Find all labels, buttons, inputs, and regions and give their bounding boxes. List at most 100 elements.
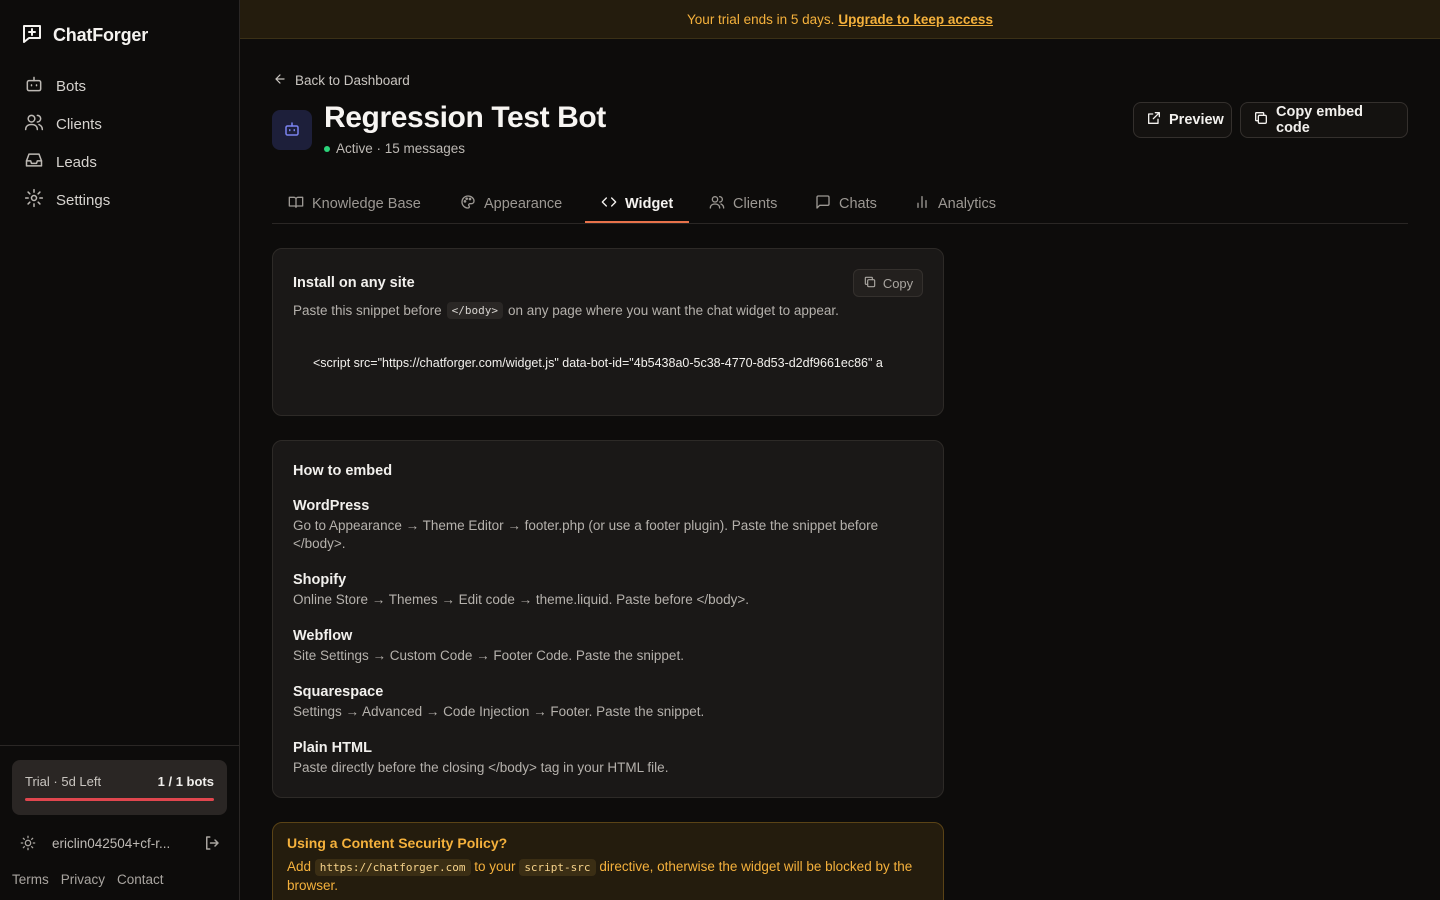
inbox-icon [24, 150, 44, 174]
csp-domain-code: https://chatforger.com [314, 859, 471, 876]
active-tab-indicator [585, 221, 689, 223]
user-row: ericlin042504+cf-r... [20, 834, 220, 854]
copy-embed-code-button[interactable]: Copy embed code [1240, 102, 1408, 138]
bot-status-text: Active · 15 messages [336, 141, 466, 156]
sidebar-item-settings[interactable]: Settings [12, 181, 228, 219]
bot-icon [283, 120, 301, 141]
install-description: Paste this snippet before </body> on any… [293, 302, 839, 319]
sidebar-item-label: Leads [56, 153, 97, 171]
embed-item-name: Squarespace [293, 684, 384, 700]
copy-icon [1253, 110, 1269, 130]
chat-plus-logo-icon [20, 22, 44, 49]
csp-text: Add [287, 859, 312, 874]
trial-banner: Your trial ends in 5 days. Upgrade to ke… [240, 0, 1440, 39]
upgrade-link[interactable]: Upgrade to keep access [838, 12, 993, 27]
page-title: Regression Test Bot [324, 101, 606, 134]
book-icon [288, 194, 304, 214]
sidebar-item-label: Settings [56, 191, 111, 209]
sidebar-nav: Bots Clients Leads Settings [12, 67, 228, 219]
copy-label: Copy [882, 275, 914, 291]
install-card: Install on any site Copy Paste this snip… [272, 248, 944, 416]
bot-usage: 1 / 1 bots [157, 774, 214, 789]
code-icon [601, 194, 617, 214]
embed-item-desc: Site Settings → Custom Code → Footer Cod… [293, 648, 684, 663]
sidebar-item-leads[interactable]: Leads [12, 143, 228, 181]
tab-clients[interactable]: Clients [709, 184, 777, 224]
tab-label: Knowledge Base [312, 196, 421, 212]
users-icon [24, 112, 44, 136]
embed-item-name: Webflow [293, 628, 353, 644]
active-status-dot [324, 145, 330, 152]
users-icon [709, 194, 725, 214]
tab-label: Appearance [484, 196, 563, 212]
bot-status: Active · 15 messages [324, 141, 465, 156]
tab-label: Chats [839, 196, 877, 212]
csp-description: Add https://chatforger.com to your scrip… [287, 858, 927, 895]
sidebar-bottom: Trial · 5d Left 1 / 1 bots ericlin042504… [0, 745, 239, 887]
tab-knowledge-base[interactable]: Knowledge Base [288, 184, 421, 224]
embed-item-desc: Paste directly before the closing </body… [293, 760, 669, 775]
embed-item-desc: Online Store → Themes → Edit code → them… [293, 592, 749, 607]
embed-item-name: Plain HTML [293, 740, 372, 756]
arrow-left-icon [273, 72, 287, 89]
copy-snippet-button[interactable]: Copy [853, 269, 923, 297]
preview-button[interactable]: Preview [1133, 102, 1232, 138]
csp-directive-code: script-src [519, 859, 596, 876]
bot-avatar [272, 110, 312, 150]
how-to-embed-card: How to embed WordPress Go to Appearance … [272, 440, 944, 798]
brand-name: ChatForger [53, 25, 149, 45]
bot-icon [24, 74, 44, 98]
embed-item-name: Shopify [293, 572, 347, 588]
embed-item-wordpress: WordPress Go to Appearance → Theme Edito… [293, 498, 913, 553]
brand[interactable]: ChatForger [20, 22, 148, 49]
tab-label: Clients [733, 196, 778, 212]
csp-warning: Using a Content Security Policy? Add htt… [272, 822, 944, 900]
csp-text: to your [474, 859, 516, 874]
terms-link[interactable]: Terms [12, 872, 49, 887]
bot-tabs: Knowledge Base Appearance Widget Clients… [272, 184, 1408, 224]
user-email: ericlin042504+cf-r... [52, 836, 171, 851]
tab-label: Analytics [938, 196, 997, 212]
tab-widget[interactable]: Widget [601, 184, 673, 224]
external-link-icon [1146, 110, 1162, 130]
palette-icon [460, 194, 476, 214]
embed-item-name: WordPress [293, 498, 370, 514]
sidebar: ChatForger Bots Clients Leads Settings T… [0, 0, 240, 900]
embed-snippet[interactable]: <script src="https://chatforger.com/widg… [293, 341, 923, 391]
desc-text: Paste this snippet before [293, 303, 442, 318]
gear-icon [24, 188, 44, 212]
contact-link[interactable]: Contact [117, 872, 164, 887]
privacy-link[interactable]: Privacy [61, 872, 105, 887]
desc-text: on any page where you want the chat widg… [507, 303, 839, 318]
body-tag-code: </body> [446, 302, 503, 319]
embed-item-desc: Go to Appearance → Theme Editor → footer… [293, 518, 879, 551]
message-square-icon [815, 194, 831, 214]
sidebar-item-label: Clients [56, 115, 102, 133]
logout-icon[interactable] [203, 834, 221, 855]
embed-item-webflow: Webflow Site Settings → Custom Code → Fo… [293, 628, 913, 665]
tab-chats[interactable]: Chats [815, 184, 877, 224]
tab-label: Widget [625, 196, 674, 212]
tab-analytics[interactable]: Analytics [914, 184, 996, 224]
embed-item-plain-html: Plain HTML Paste directly before the clo… [293, 740, 913, 777]
install-title: Install on any site [293, 275, 415, 291]
copy-icon [863, 275, 877, 292]
preview-label: Preview [1169, 112, 1224, 128]
csp-title: Using a Content Security Policy? [287, 835, 508, 851]
sidebar-item-bots[interactable]: Bots [12, 67, 228, 105]
trial-card[interactable]: Trial · 5d Left 1 / 1 bots [12, 760, 227, 815]
back-to-dashboard-link[interactable]: Back to Dashboard [273, 72, 410, 89]
tab-appearance[interactable]: Appearance [460, 184, 562, 224]
sidebar-item-label: Bots [56, 77, 87, 95]
sun-icon[interactable] [20, 835, 36, 854]
copy-embed-label: Copy embed code [1276, 104, 1364, 136]
embed-item-squarespace: Squarespace Settings → Advanced → Code I… [293, 684, 913, 721]
embed-item-desc: Settings → Advanced → Code Injection → F… [293, 704, 705, 719]
footer-links: Terms Privacy Contact [12, 872, 164, 887]
usage-progress-bar [25, 798, 214, 801]
sidebar-item-clients[interactable]: Clients [12, 105, 228, 143]
how-to-embed-title: How to embed [293, 463, 393, 479]
trial-banner-text: Your trial ends in 5 days. [687, 11, 835, 27]
back-label: Back to Dashboard [295, 73, 410, 88]
trial-status: Trial · 5d Left [25, 774, 102, 789]
